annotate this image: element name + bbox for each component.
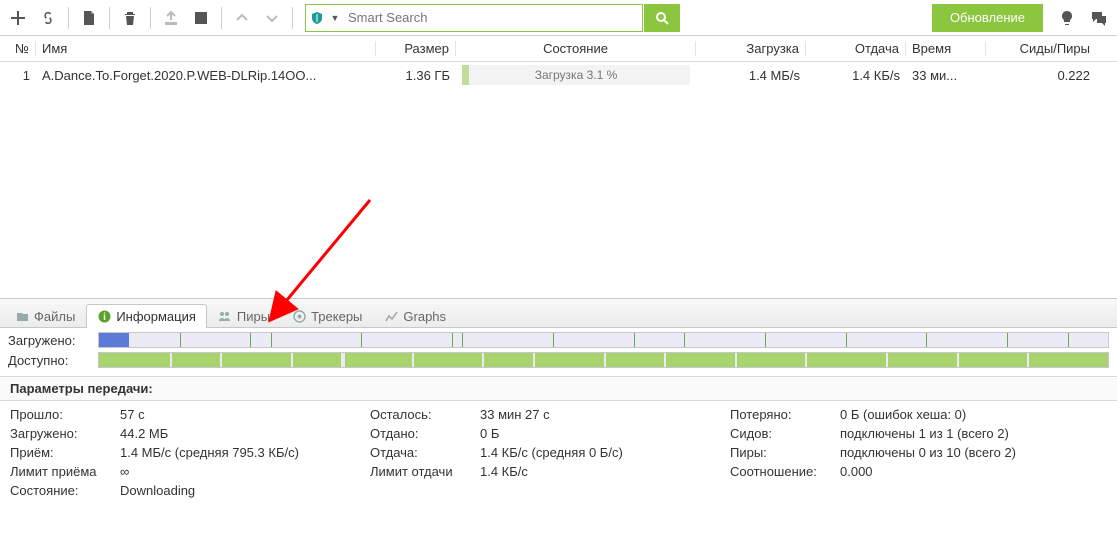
- move-down-button[interactable]: [258, 4, 286, 32]
- move-up-button[interactable]: [228, 4, 256, 32]
- torrent-column-headers[interactable]: № Имя Размер Состояние Загрузка Отдача В…: [0, 36, 1117, 62]
- tab-info[interactable]: i Информация: [86, 304, 207, 328]
- col-time[interactable]: Время: [906, 41, 986, 56]
- info-icon: i: [97, 310, 111, 324]
- dlim-value: ∞: [120, 464, 370, 479]
- col-upload[interactable]: Отдача: [806, 41, 906, 56]
- cell-time: 33 ми...: [906, 68, 986, 83]
- state-label: Состояние:: [10, 483, 120, 498]
- cell-name: A.Dance.To.Forget.2020.P.WEB-DLRip.14OO.…: [36, 68, 376, 83]
- col-name[interactable]: Имя: [36, 41, 376, 56]
- seeds-label: Сидов:: [730, 426, 840, 441]
- files-icon: [15, 310, 29, 324]
- up-label: Отдано:: [370, 426, 480, 441]
- col-size[interactable]: Размер: [376, 41, 456, 56]
- pieces-loaded-label: Загружено:: [8, 333, 90, 348]
- cell-state: Загрузка 3.1 %: [456, 65, 696, 85]
- col-state[interactable]: Состояние: [456, 41, 696, 56]
- tab-trackers[interactable]: Трекеры: [281, 304, 373, 328]
- update-button[interactable]: Обновление: [932, 4, 1043, 32]
- start-button[interactable]: [157, 4, 185, 32]
- pieces-loaded-row: Загружено:: [0, 328, 1117, 348]
- delete-button[interactable]: [116, 4, 144, 32]
- col-ratio[interactable]: Сиды/Пиры: [986, 41, 1096, 56]
- dlim-label: Лимит приёма: [10, 464, 120, 479]
- new-torrent-button[interactable]: [75, 4, 103, 32]
- seeds-value: подключены 1 из 1 (всего 2): [840, 426, 1090, 441]
- elapsed-label: Прошло:: [10, 407, 120, 422]
- add-link-button[interactable]: [34, 4, 62, 32]
- ratio-label: Соотношение:: [730, 464, 840, 479]
- toolbar-separator: [68, 7, 69, 29]
- col-download[interactable]: Загрузка: [696, 41, 806, 56]
- send-value: 1.4 КБ/с (средняя 0 Б/с): [480, 445, 730, 460]
- up-value: 0 Б: [480, 426, 730, 441]
- toolbar-separator: [221, 7, 222, 29]
- hint-icon[interactable]: [1053, 4, 1081, 32]
- tab-graphs[interactable]: Graphs: [373, 304, 457, 328]
- down-value: 44.2 МБ: [120, 426, 370, 441]
- chat-icon[interactable]: [1085, 4, 1113, 32]
- pieces-avail-row: Доступно:: [0, 348, 1117, 368]
- detail-tabs: Файлы i Информация Пиры Трекеры Graphs: [0, 298, 1117, 328]
- cell-upload: 1.4 КБ/s: [806, 68, 906, 83]
- toolbar-separator: [109, 7, 110, 29]
- cell-download: 1.4 МБ/s: [696, 68, 806, 83]
- cell-ratio: 0.222: [986, 68, 1096, 83]
- remain-label: Осталось:: [370, 407, 480, 422]
- search-engine-dropdown[interactable]: ▼: [328, 13, 342, 23]
- peers-icon: [218, 310, 232, 324]
- send-label: Отдача:: [370, 445, 480, 460]
- add-torrent-button[interactable]: [4, 4, 32, 32]
- search-input[interactable]: [342, 5, 642, 31]
- cell-size: 1.36 ГБ: [376, 68, 456, 83]
- graphs-icon: [384, 310, 398, 324]
- peers-value: подключены 0 из 10 (всего 2): [840, 445, 1090, 460]
- peers-label: Пиры:: [730, 445, 840, 460]
- lost-label: Потеряно:: [730, 407, 840, 422]
- elapsed-value: 57 с: [120, 407, 370, 422]
- search-button[interactable]: [644, 4, 680, 32]
- ratio-value: 0.000: [840, 464, 1090, 479]
- recv-value: 1.4 МБ/с (средняя 795.3 КБ/с): [120, 445, 370, 460]
- search-box: ▼: [305, 4, 643, 32]
- transfer-stats: Прошло: 57 с Осталось: 33 мин 27 с Потер…: [0, 401, 1117, 498]
- toolbar-separator: [150, 7, 151, 29]
- pieces-avail-label: Доступно:: [8, 353, 90, 368]
- pieces-loaded-bar: [98, 332, 1109, 348]
- tab-files[interactable]: Файлы: [4, 304, 86, 328]
- lost-value: 0 Б (ошибок хеша: 0): [840, 407, 1090, 422]
- shield-icon: [306, 11, 328, 25]
- torrent-list-empty-area: [0, 88, 1117, 298]
- tab-peers[interactable]: Пиры: [207, 304, 281, 328]
- toolbar-separator: [292, 7, 293, 29]
- down-label: Загружено:: [10, 426, 120, 441]
- col-num[interactable]: №: [0, 41, 36, 56]
- ulim-label: Лимит отдачи: [370, 464, 480, 479]
- cell-num: 1: [0, 68, 36, 83]
- stop-button[interactable]: [187, 4, 215, 32]
- ulim-value: 1.4 КБ/с: [480, 464, 730, 479]
- svg-text:i: i: [103, 312, 106, 323]
- trackers-icon: [292, 310, 306, 324]
- recv-label: Приём:: [10, 445, 120, 460]
- stats-header: Параметры передачи:: [0, 376, 1117, 401]
- table-row[interactable]: 1 A.Dance.To.Forget.2020.P.WEB-DLRip.14O…: [0, 62, 1117, 88]
- remain-value: 33 мин 27 с: [480, 407, 730, 422]
- pieces-avail-bar: [98, 352, 1109, 368]
- main-toolbar: ▼ Обновление: [0, 0, 1117, 36]
- state-value: Downloading: [120, 483, 370, 498]
